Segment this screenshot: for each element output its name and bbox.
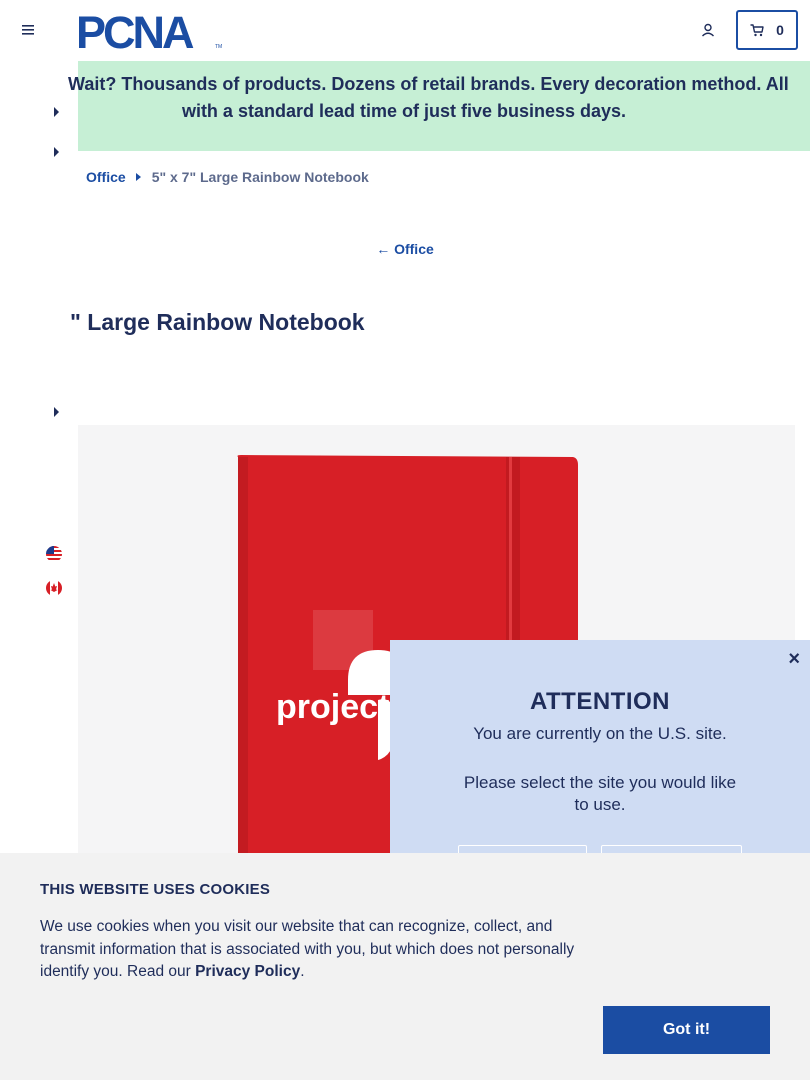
modal-prompt: Please select the site you would like to… [463, 773, 737, 814]
cookie-body: We use cookies when you visit our websit… [40, 918, 575, 980]
cookie-title: THIS WEBSITE USES COOKIES [40, 881, 271, 898]
account-button[interactable] [697, 19, 719, 41]
modal-close-button[interactable]: × [788, 648, 800, 671]
breadcrumb-current: 5" x 7" Large Rainbow Notebook [151, 169, 369, 185]
logo-text: PCNA [76, 10, 194, 50]
hamburger-menu-button[interactable] [18, 19, 40, 41]
back-to-office-link[interactable]: ← Office [0, 241, 810, 257]
promo-text-line2: with a standard lead time of just five b… [181, 101, 627, 121]
site-header: PCNA TM 0 [0, 0, 810, 61]
breadcrumb-office-link[interactable]: Office [86, 169, 126, 185]
promo-banner: Wait? Thousands of products. Dozens of r… [68, 61, 810, 151]
product-title: " Large Rainbow Notebook [70, 309, 365, 335]
accept-cookies-button[interactable]: Got it! [603, 1006, 770, 1054]
user-icon [702, 23, 714, 37]
back-link-label: Office [394, 241, 434, 257]
cart-count: 0 [776, 22, 784, 38]
cart-icon [750, 23, 764, 36]
menu-icon [22, 25, 34, 35]
cookie-text: We use cookies when you visit our websit… [40, 916, 600, 984]
chevron-right-icon[interactable] [53, 147, 61, 157]
notebook-logo-text: project [276, 688, 389, 726]
modal-title: ATTENTION [529, 688, 671, 715]
arrow-left-icon: ← [376, 241, 395, 257]
cookie-banner: THIS WEBSITE USES COOKIES We use cookies… [0, 853, 810, 1080]
pcna-logo[interactable]: PCNA TM [76, 7, 226, 58]
canada-flag-icon[interactable] [46, 580, 62, 596]
cookie-suffix: . [300, 963, 305, 980]
site-select-modal: × ATTENTION You are currently on the U.S… [390, 640, 810, 885]
breadcrumb-separator-icon [135, 173, 141, 181]
logo-trademark: TM [215, 44, 222, 50]
breadcrumb: Office 5" x 7" Large Rainbow Notebook [86, 169, 369, 185]
privacy-policy-link[interactable]: Privacy Policy [195, 963, 300, 980]
promo-text-line1: Wait? Thousands of products. Dozens of r… [68, 74, 789, 94]
us-flag-icon[interactable] [46, 546, 62, 562]
chevron-right-icon[interactable] [53, 107, 61, 117]
cart-button[interactable]: 0 [736, 10, 798, 50]
modal-message: You are currently on the U.S. site. [473, 724, 727, 743]
page: PCNA TM 0 Wait? Thousands of products. D… [0, 0, 810, 1080]
chevron-right-icon[interactable] [53, 407, 61, 417]
